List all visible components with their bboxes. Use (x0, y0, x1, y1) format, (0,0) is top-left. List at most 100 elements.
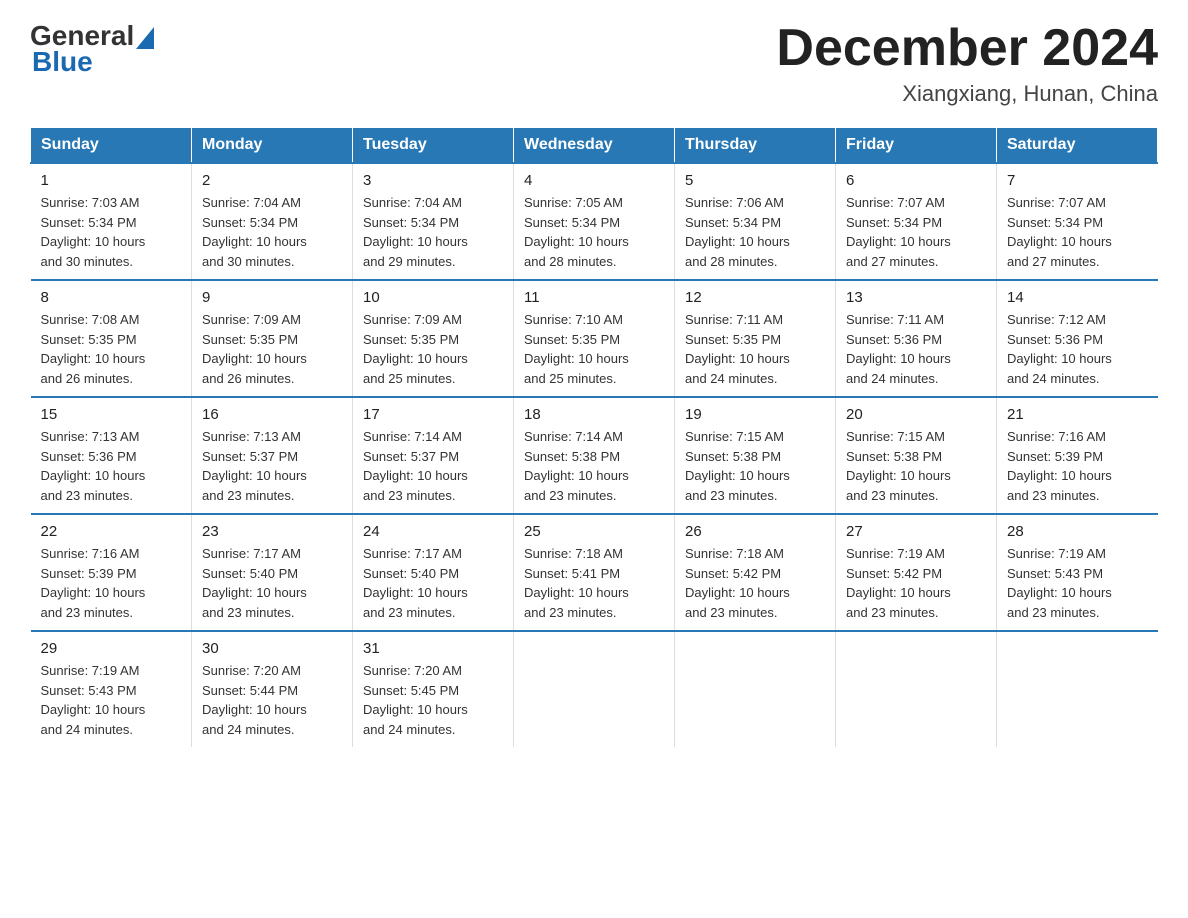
day-info: Sunrise: 7:05 AMSunset: 5:34 PMDaylight:… (524, 193, 664, 271)
table-row: 15 Sunrise: 7:13 AMSunset: 5:36 PMDayligh… (31, 397, 192, 514)
day-number: 19 (685, 406, 825, 423)
day-info: Sunrise: 7:14 AMSunset: 5:37 PMDaylight:… (363, 427, 503, 505)
table-row: 24 Sunrise: 7:17 AMSunset: 5:40 PMDayligh… (353, 514, 514, 631)
day-info: Sunrise: 7:03 AMSunset: 5:34 PMDaylight:… (41, 193, 182, 271)
table-row: 14 Sunrise: 7:12 AMSunset: 5:36 PMDayligh… (997, 280, 1158, 397)
table-row: 7 Sunrise: 7:07 AMSunset: 5:34 PMDaylight… (997, 163, 1158, 280)
day-number: 9 (202, 289, 342, 306)
table-row: 28 Sunrise: 7:19 AMSunset: 5:43 PMDayligh… (997, 514, 1158, 631)
calendar-week-row: 8 Sunrise: 7:08 AMSunset: 5:35 PMDaylight… (31, 280, 1158, 397)
table-row (514, 631, 675, 747)
day-number: 31 (363, 640, 503, 657)
day-info: Sunrise: 7:08 AMSunset: 5:35 PMDaylight:… (41, 310, 182, 388)
day-info: Sunrise: 7:19 AMSunset: 5:43 PMDaylight:… (41, 661, 182, 739)
day-number: 25 (524, 523, 664, 540)
header-sunday: Sunday (31, 128, 192, 164)
table-row: 19Sunrise: 7:15 AMSunset: 5:38 PMDayligh… (675, 397, 836, 514)
table-row: 11 Sunrise: 7:10 AMSunset: 5:35 PMDayligh… (514, 280, 675, 397)
calendar-week-row: 15 Sunrise: 7:13 AMSunset: 5:36 PMDayligh… (31, 397, 1158, 514)
logo-triangle-icon (136, 27, 154, 49)
calendar-header: Sunday Monday Tuesday Wednesday Thursday… (31, 128, 1158, 164)
table-row: 3 Sunrise: 7:04 AMSunset: 5:34 PMDaylight… (353, 163, 514, 280)
header-friday: Friday (836, 128, 997, 164)
day-number: 28 (1007, 523, 1148, 540)
calendar-week-row: 22 Sunrise: 7:16 AMSunset: 5:39 PMDayligh… (31, 514, 1158, 631)
calendar-body: 1 Sunrise: 7:03 AMSunset: 5:34 PMDaylight… (31, 163, 1158, 747)
table-row: 27 Sunrise: 7:19 AMSunset: 5:42 PMDayligh… (836, 514, 997, 631)
day-number: 15 (41, 406, 182, 423)
day-number: 18 (524, 406, 664, 423)
logo: General Blue (30, 20, 154, 78)
day-info: Sunrise: 7:17 AMSunset: 5:40 PMDaylight:… (363, 544, 503, 622)
day-info: Sunrise: 7:11 AMSunset: 5:36 PMDaylight:… (846, 310, 986, 388)
day-number: 24 (363, 523, 503, 540)
day-number: 11 (524, 289, 664, 306)
table-row: 18 Sunrise: 7:14 AMSunset: 5:38 PMDayligh… (514, 397, 675, 514)
calendar-table: Sunday Monday Tuesday Wednesday Thursday… (30, 127, 1158, 747)
header-saturday: Saturday (997, 128, 1158, 164)
header-tuesday: Tuesday (353, 128, 514, 164)
calendar-week-row: 1 Sunrise: 7:03 AMSunset: 5:34 PMDaylight… (31, 163, 1158, 280)
day-number: 10 (363, 289, 503, 306)
header-wednesday: Wednesday (514, 128, 675, 164)
day-info: Sunrise: 7:20 AMSunset: 5:45 PMDaylight:… (363, 661, 503, 739)
day-number: 8 (41, 289, 182, 306)
table-row: 5Sunrise: 7:06 AMSunset: 5:34 PMDaylight… (675, 163, 836, 280)
day-info: Sunrise: 7:07 AMSunset: 5:34 PMDaylight:… (846, 193, 986, 271)
header-thursday: Thursday (675, 128, 836, 164)
day-info: Sunrise: 7:15 AMSunset: 5:38 PMDaylight:… (846, 427, 986, 505)
day-info: Sunrise: 7:04 AMSunset: 5:34 PMDaylight:… (363, 193, 503, 271)
day-info: Sunrise: 7:16 AMSunset: 5:39 PMDaylight:… (1007, 427, 1148, 505)
day-info: Sunrise: 7:09 AMSunset: 5:35 PMDaylight:… (363, 310, 503, 388)
day-info: Sunrise: 7:09 AMSunset: 5:35 PMDaylight:… (202, 310, 342, 388)
day-number: 6 (846, 172, 986, 189)
day-info: Sunrise: 7:18 AMSunset: 5:42 PMDaylight:… (685, 544, 825, 622)
day-number: 14 (1007, 289, 1148, 306)
table-row: 25 Sunrise: 7:18 AMSunset: 5:41 PMDayligh… (514, 514, 675, 631)
calendar-week-row: 29 Sunrise: 7:19 AMSunset: 5:43 PMDayligh… (31, 631, 1158, 747)
day-info: Sunrise: 7:19 AMSunset: 5:43 PMDaylight:… (1007, 544, 1148, 622)
day-number: 16 (202, 406, 342, 423)
day-info: Sunrise: 7:14 AMSunset: 5:38 PMDaylight:… (524, 427, 664, 505)
day-info: Sunrise: 7:19 AMSunset: 5:42 PMDaylight:… (846, 544, 986, 622)
day-number: 13 (846, 289, 986, 306)
table-row (997, 631, 1158, 747)
title-section: December 2024 Xiangxiang, Hunan, China (776, 20, 1158, 107)
table-row: 1 Sunrise: 7:03 AMSunset: 5:34 PMDaylight… (31, 163, 192, 280)
table-row: 8 Sunrise: 7:08 AMSunset: 5:35 PMDaylight… (31, 280, 192, 397)
day-number: 22 (41, 523, 182, 540)
day-number: 21 (1007, 406, 1148, 423)
day-number: 12 (685, 289, 825, 306)
table-row: 29 Sunrise: 7:19 AMSunset: 5:43 PMDayligh… (31, 631, 192, 747)
table-row: 16 Sunrise: 7:13 AMSunset: 5:37 PMDayligh… (192, 397, 353, 514)
day-info: Sunrise: 7:16 AMSunset: 5:39 PMDaylight:… (41, 544, 182, 622)
table-row: 20 Sunrise: 7:15 AMSunset: 5:38 PMDayligh… (836, 397, 997, 514)
day-info: Sunrise: 7:18 AMSunset: 5:41 PMDaylight:… (524, 544, 664, 622)
day-info: Sunrise: 7:07 AMSunset: 5:34 PMDaylight:… (1007, 193, 1148, 271)
day-info: Sunrise: 7:17 AMSunset: 5:40 PMDaylight:… (202, 544, 342, 622)
day-number: 3 (363, 172, 503, 189)
day-info: Sunrise: 7:20 AMSunset: 5:44 PMDaylight:… (202, 661, 342, 739)
day-info: Sunrise: 7:10 AMSunset: 5:35 PMDaylight:… (524, 310, 664, 388)
day-info: Sunrise: 7:13 AMSunset: 5:37 PMDaylight:… (202, 427, 342, 505)
day-number: 2 (202, 172, 342, 189)
day-number: 27 (846, 523, 986, 540)
logo-blue-text: Blue (32, 46, 93, 78)
day-info: Sunrise: 7:12 AMSunset: 5:36 PMDaylight:… (1007, 310, 1148, 388)
table-row: 31 Sunrise: 7:20 AMSunset: 5:45 PMDayligh… (353, 631, 514, 747)
day-number: 29 (41, 640, 182, 657)
day-number: 7 (1007, 172, 1148, 189)
day-info: Sunrise: 7:13 AMSunset: 5:36 PMDaylight:… (41, 427, 182, 505)
day-number: 20 (846, 406, 986, 423)
table-row: 13 Sunrise: 7:11 AMSunset: 5:36 PMDayligh… (836, 280, 997, 397)
day-number: 17 (363, 406, 503, 423)
day-info: Sunrise: 7:04 AMSunset: 5:34 PMDaylight:… (202, 193, 342, 271)
day-number: 30 (202, 640, 342, 657)
day-number: 23 (202, 523, 342, 540)
day-number: 26 (685, 523, 825, 540)
day-number: 4 (524, 172, 664, 189)
day-number: 1 (41, 172, 182, 189)
table-row: 6 Sunrise: 7:07 AMSunset: 5:34 PMDaylight… (836, 163, 997, 280)
table-row: 22 Sunrise: 7:16 AMSunset: 5:39 PMDayligh… (31, 514, 192, 631)
table-row: 4 Sunrise: 7:05 AMSunset: 5:34 PMDaylight… (514, 163, 675, 280)
